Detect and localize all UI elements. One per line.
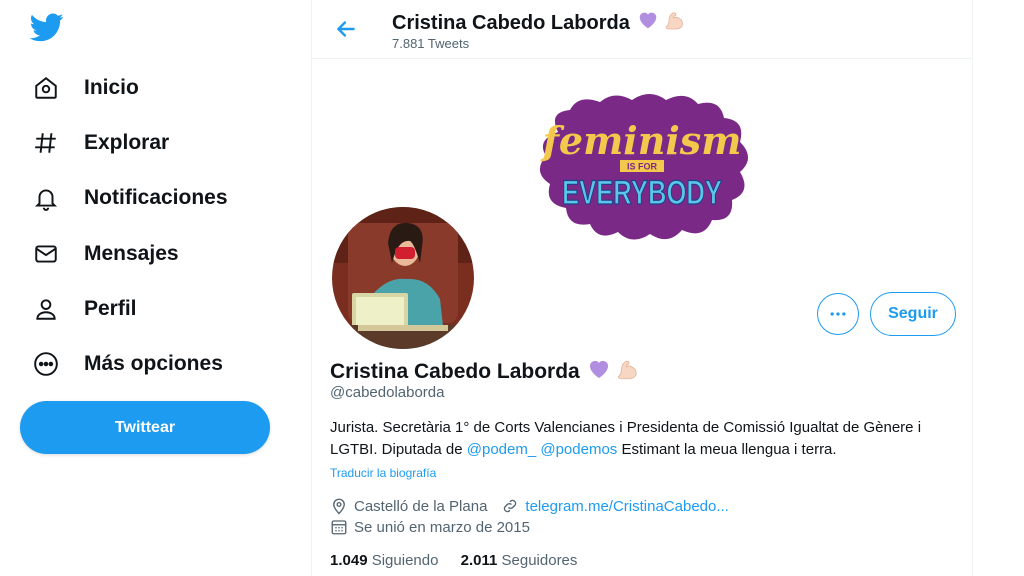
header-title: Cristina Cabedo Laborda: [392, 8, 688, 38]
following-label: Siguiendo: [371, 552, 439, 569]
nav-label: Inicio: [84, 76, 139, 99]
tweet-button[interactable]: Twittear: [20, 401, 270, 454]
banner-line1: feminism: [540, 118, 742, 163]
location-pin-icon: [333, 498, 345, 515]
banner-line3: EVERYBODY: [562, 174, 722, 212]
bell-icon: [30, 182, 62, 214]
profile-name: Cristina Cabedo Laborda: [330, 360, 580, 383]
profile-handle: @cabedolaborda: [330, 384, 445, 401]
profile-joined-row: Se unió en marzo de 2015: [330, 517, 530, 537]
flexed-biceps-icon: [614, 356, 642, 388]
banner-graphic: feminism IS FOR EVERYBODY: [540, 94, 748, 240]
nav-label: Mensajes: [84, 242, 179, 265]
followers-label: Seguidores: [501, 552, 578, 569]
twitter-logo[interactable]: [29, 10, 64, 44]
header-name: Cristina Cabedo Laborda: [392, 11, 630, 34]
tweet-count: 7.881 Tweets: [392, 36, 470, 51]
bio-mention-podemos[interactable]: @podemos: [540, 441, 617, 458]
profile-avatar[interactable]: [328, 203, 478, 353]
home-icon: [30, 72, 62, 104]
banner-line2: IS FOR: [627, 162, 658, 172]
nav-label: Explorar: [84, 131, 170, 154]
flexed-biceps-icon: [662, 8, 688, 38]
nav-item-mensajes[interactable]: Mensajes: [30, 234, 179, 274]
following-stat[interactable]: 1.049 Siguiendo: [330, 552, 438, 569]
ellipsis-icon: [830, 312, 846, 316]
followers-stat[interactable]: 2.011 Seguidores: [461, 552, 578, 569]
nav-item-perfil[interactable]: Perfil: [30, 289, 137, 329]
follow-button[interactable]: Seguir: [870, 292, 956, 336]
mail-icon: [30, 238, 62, 270]
person-icon: [30, 293, 62, 325]
avatar-photo: [328, 203, 478, 353]
more-circle-icon: [30, 348, 62, 380]
profile-bio: Jurista. Secretària 1° de Corts Valencia…: [330, 417, 960, 461]
hashtag-icon: [30, 127, 62, 159]
nav-label: Notificaciones: [84, 186, 228, 209]
nav-label: Perfil: [84, 297, 137, 320]
twitter-bird-icon: [29, 13, 64, 42]
calendar-icon: [331, 520, 347, 535]
profile-meta-row: Castelló de la Plana telegram.me/Cristin…: [330, 496, 729, 516]
following-count: 1.049: [330, 552, 368, 569]
nav-item-notificaciones[interactable]: Notificaciones: [30, 178, 228, 218]
nav-item-inicio[interactable]: Inicio: [30, 68, 139, 108]
profile-joined: Se unió en marzo de 2015: [354, 518, 530, 536]
column-divider: [972, 0, 973, 576]
column-divider: [311, 0, 312, 576]
nav-item-explorar[interactable]: Explorar: [30, 123, 169, 163]
nav-item-mas-opciones[interactable]: Más opciones: [30, 344, 223, 384]
followers-count: 2.011: [460, 552, 498, 569]
link-icon: [504, 499, 517, 513]
back-button[interactable]: [333, 16, 359, 42]
purple-heart-icon: [586, 357, 612, 387]
follow-stats: 1.049 Siguiendo 2.011 Seguidores: [330, 552, 577, 569]
bio-mention-podem[interactable]: @podem_: [467, 441, 536, 458]
arrow-left-icon: [337, 21, 355, 37]
profile-website[interactable]: telegram.me/CristinaCabedo...: [525, 498, 728, 515]
more-options-button[interactable]: [817, 293, 859, 335]
profile-location: Castelló de la Plana: [354, 497, 488, 515]
nav-label: Más opciones: [84, 352, 223, 375]
profile-banner[interactable]: feminism IS FOR EVERYBODY: [528, 92, 756, 244]
translate-bio-link[interactable]: Traducir la biografía: [330, 466, 436, 480]
purple-heart-icon: [636, 9, 660, 37]
bio-tail: Estimant la meua llengua i terra.: [617, 441, 837, 458]
